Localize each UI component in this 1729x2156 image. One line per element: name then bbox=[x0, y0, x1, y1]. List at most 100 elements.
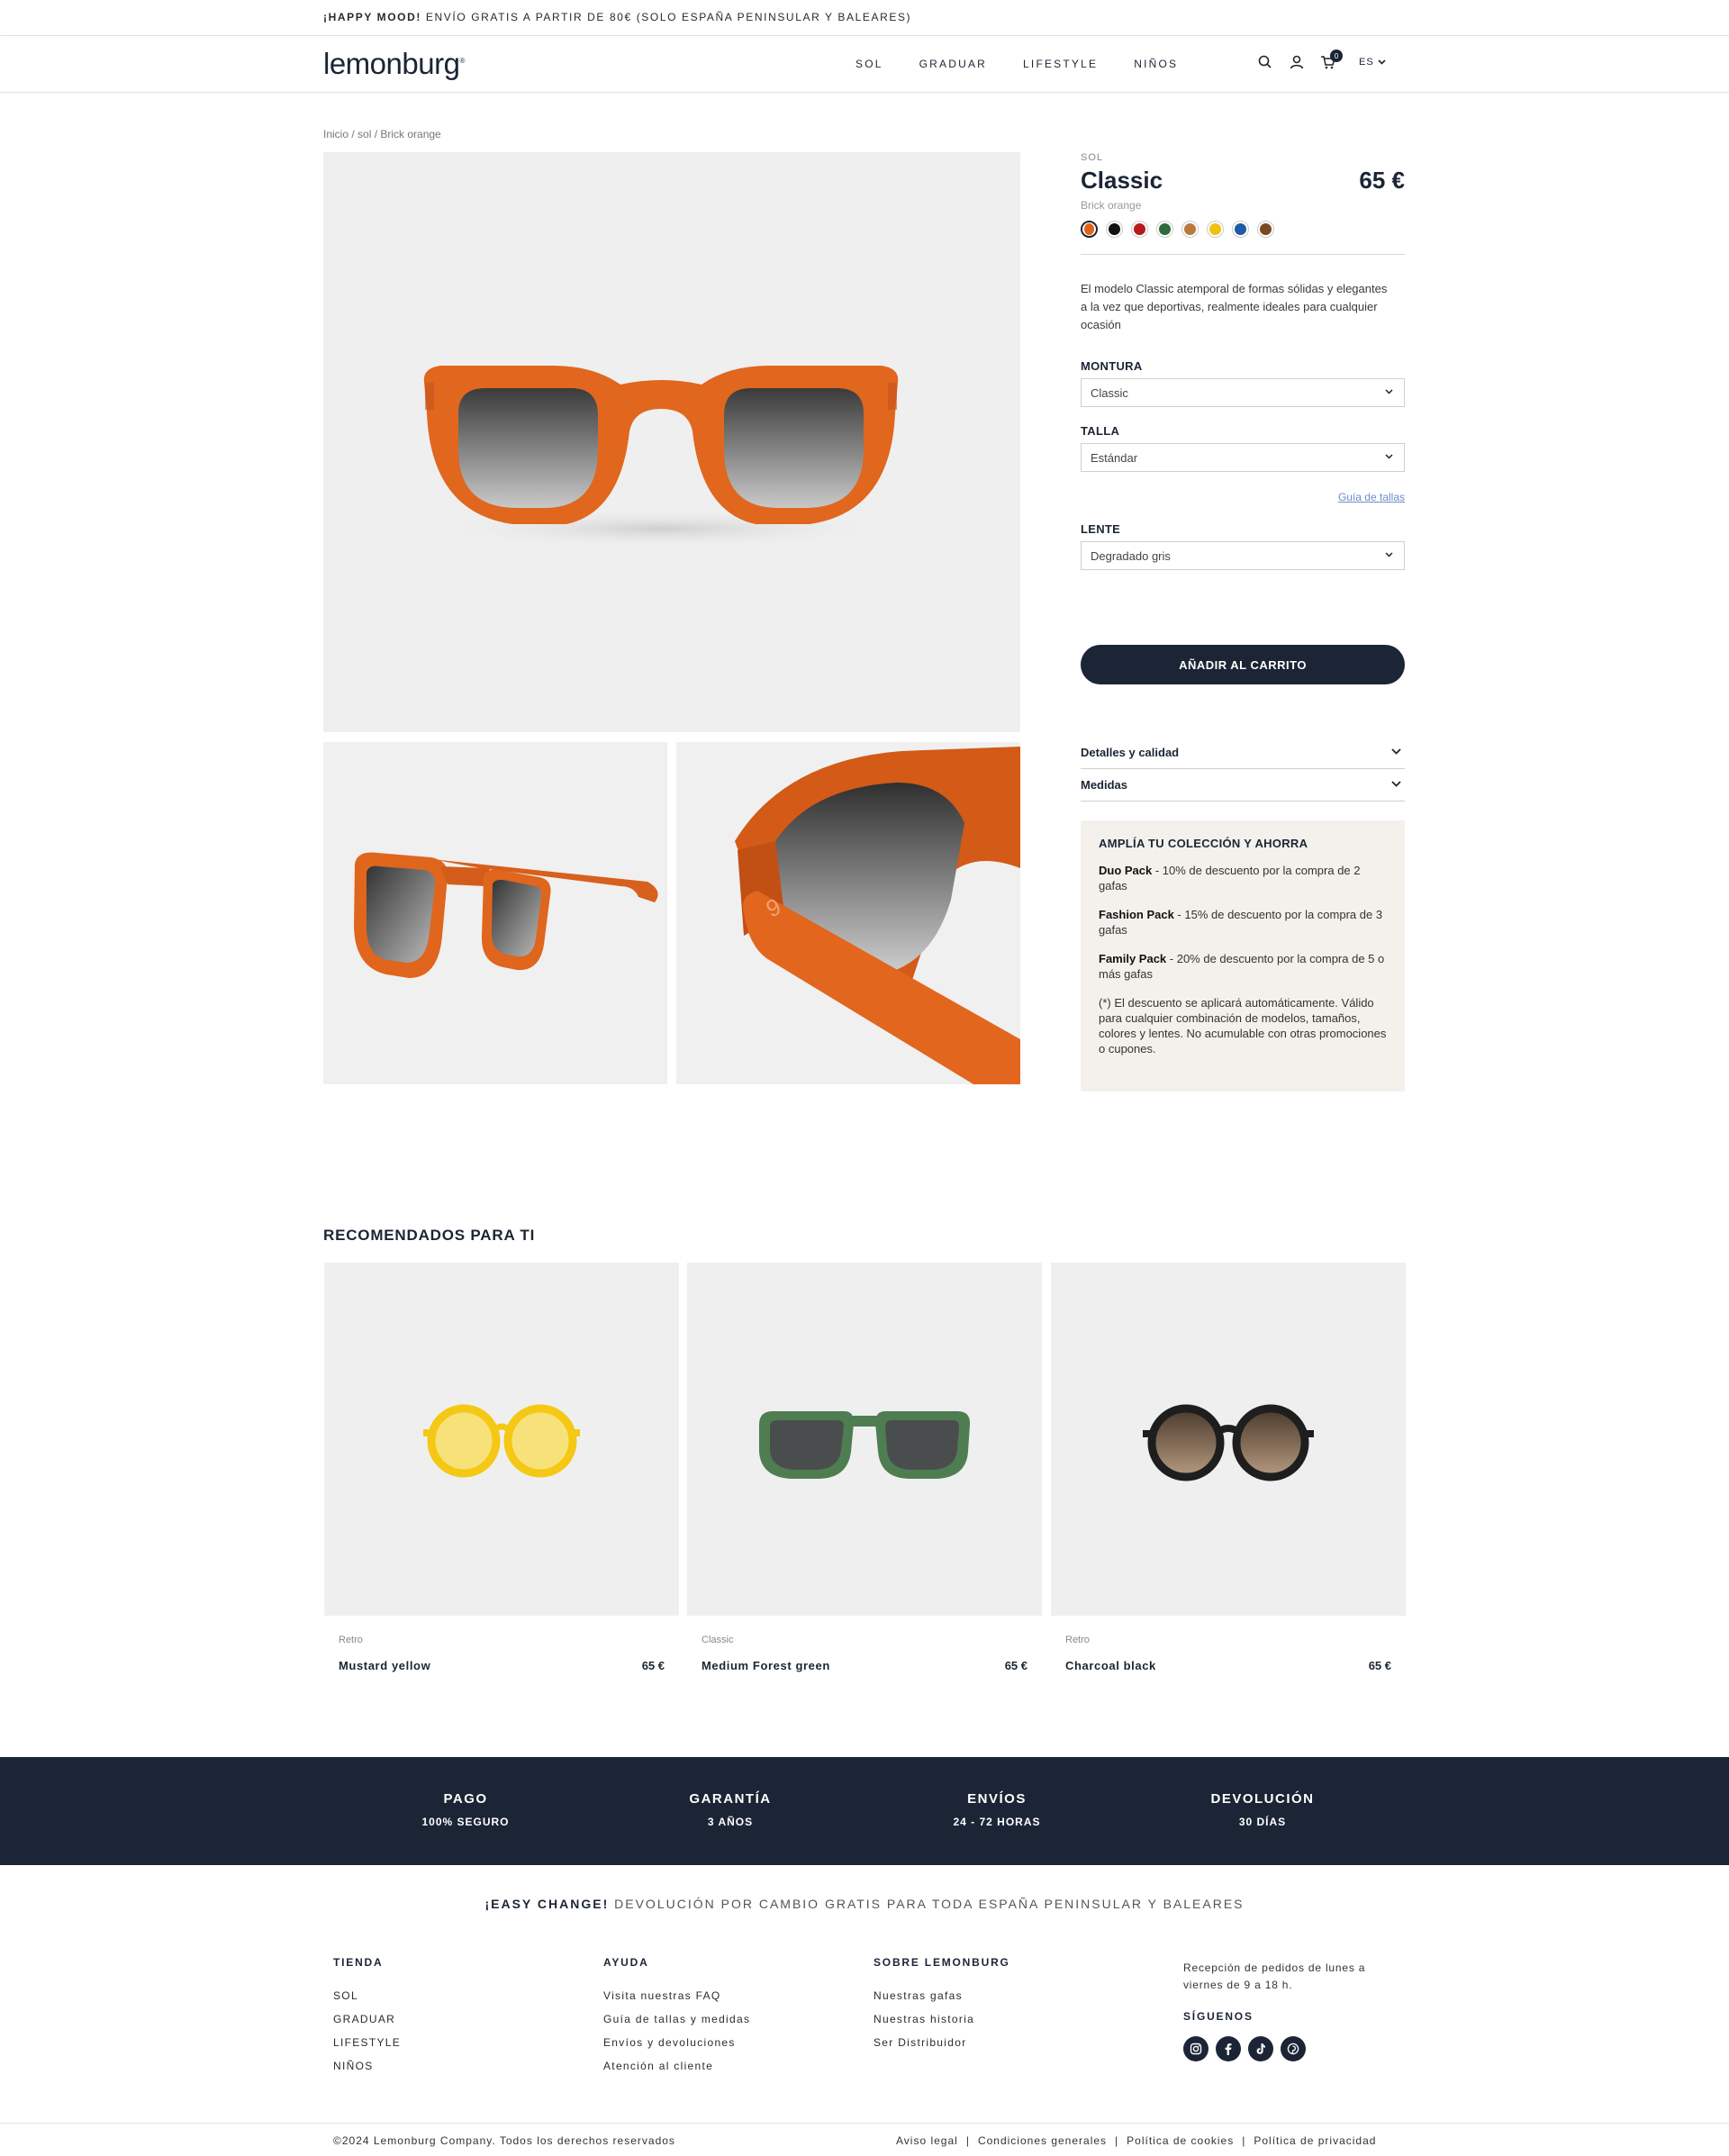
instagram-icon[interactable] bbox=[1183, 2036, 1208, 2061]
promo-text: ¡HAPPY MOOD! ENVÍO GRATIS A PARTIR DE 80… bbox=[323, 11, 912, 23]
pinterest-icon[interactable] bbox=[1281, 2036, 1306, 2061]
swatch-fill bbox=[1235, 223, 1246, 235]
facebook-icon[interactable] bbox=[1216, 2036, 1241, 2061]
chevron-down-icon bbox=[1391, 781, 1401, 787]
bundle-item: Fashion Pack - 15% de descuento por la c… bbox=[1099, 908, 1383, 937]
footer-link[interactable]: NIÑOS bbox=[333, 2060, 401, 2072]
lente-label: LENTE bbox=[1081, 522, 1121, 536]
color-swatch-forest-green[interactable] bbox=[1156, 221, 1173, 238]
chevron-down-icon bbox=[1378, 59, 1386, 65]
selected-color-name: Brick orange bbox=[1081, 199, 1142, 212]
color-swatch-tortoise-clear[interactable] bbox=[1181, 221, 1199, 238]
footer-link[interactable]: Ser Distribuidor bbox=[874, 2036, 1010, 2049]
language-selector[interactable]: ES bbox=[1359, 57, 1386, 68]
main-nav: SOL GRADUAR LIFESTYLE NIÑOS bbox=[855, 58, 1214, 70]
tiktok-icon[interactable] bbox=[1248, 2036, 1273, 2061]
guarantee-title: GARANTÍA bbox=[689, 1791, 772, 1807]
nav-lifestyle[interactable]: LIFESTYLE bbox=[1023, 58, 1098, 70]
color-swatch-black[interactable] bbox=[1106, 221, 1123, 238]
recommended-image[interactable] bbox=[687, 1263, 1042, 1616]
footer-link[interactable]: Atención al cliente bbox=[603, 2060, 750, 2072]
swatch-fill bbox=[1109, 223, 1120, 235]
recommended-category: Classic bbox=[702, 1635, 734, 1645]
lente-select[interactable]: Degradado gris bbox=[1081, 541, 1405, 570]
recommended-price: 65 € bbox=[1368, 1659, 1391, 1672]
size-guide-link[interactable]: Guía de tallas bbox=[1338, 491, 1405, 503]
user-icon[interactable] bbox=[1289, 54, 1305, 70]
accordion-measures-label: Medidas bbox=[1081, 778, 1128, 792]
color-swatch-tortoise[interactable] bbox=[1257, 221, 1274, 238]
legal-link[interactable]: Política de cookies bbox=[1127, 2134, 1234, 2147]
guarantee-title: ENVÍOS bbox=[967, 1791, 1027, 1807]
chevron-down-icon bbox=[1385, 454, 1393, 459]
chevron-down-icon bbox=[1385, 552, 1393, 557]
montura-select[interactable]: Classic bbox=[1081, 378, 1405, 407]
footer-link[interactable]: Guía de tallas y medidas bbox=[603, 2013, 750, 2025]
guarantee-title: PAGO bbox=[443, 1791, 488, 1807]
product-info: SOL Classic 65 € Brick orange El modelo … bbox=[1081, 152, 1405, 1092]
footer-link[interactable]: Envíos y devoluciones bbox=[603, 2036, 750, 2049]
footer-link[interactable]: GRADUAR bbox=[333, 2013, 401, 2025]
color-swatch-brick-orange[interactable] bbox=[1081, 221, 1098, 238]
guarantee-sub: 3 AÑOS bbox=[707, 1816, 754, 1828]
chevron-down-icon bbox=[1385, 389, 1393, 394]
guarantee-title: DEVOLUCIÓN bbox=[1210, 1791, 1315, 1807]
recommended-card[interactable]: Retro Mustard yellow 65 € bbox=[324, 1263, 679, 1672]
nav-sol[interactable]: SOL bbox=[855, 58, 883, 70]
footer-link[interactable]: Visita nuestras FAQ bbox=[603, 1989, 750, 2002]
legal-link[interactable]: Condiciones generales bbox=[978, 2134, 1107, 2147]
footer-col-ayuda: AYUDA Visita nuestras FAQ Guía de tallas… bbox=[603, 1956, 750, 2083]
reception-hours: Recepción de pedidos de lunes a viernes … bbox=[1183, 1961, 1366, 1991]
color-swatch-mustard-yellow[interactable] bbox=[1207, 221, 1224, 238]
add-to-cart-button[interactable]: AÑADIR AL CARRITO bbox=[1081, 645, 1405, 684]
nav-graduar[interactable]: GRADUAR bbox=[919, 58, 987, 70]
product-name: Classic bbox=[1081, 167, 1163, 194]
logo[interactable]: lemonburg® bbox=[323, 47, 465, 81]
footer-link[interactable]: SOL bbox=[333, 1989, 401, 2002]
guarantee-sub: 30 DÍAS bbox=[1238, 1816, 1287, 1828]
recommended-card[interactable]: Retro Charcoal black 65 € bbox=[1051, 1263, 1406, 1672]
talla-select[interactable]: Estándar bbox=[1081, 443, 1405, 472]
product-image-detail[interactable]: 9 bbox=[676, 742, 1020, 1084]
product-image-main[interactable] bbox=[323, 152, 1020, 732]
footer-divider bbox=[0, 2123, 1729, 2124]
divider bbox=[1081, 254, 1405, 255]
guarantee-returns: DEVOLUCIÓN 30 DÍAS bbox=[1172, 1791, 1353, 1828]
accordion-measures[interactable]: Medidas bbox=[1081, 769, 1405, 802]
product-category: SOL bbox=[1081, 152, 1104, 163]
footer-col-tienda: TIENDA SOL GRADUAR LIFESTYLE NIÑOS bbox=[333, 1956, 401, 2083]
recommended-image[interactable] bbox=[324, 1263, 679, 1616]
accordion-details[interactable]: Detalles y calidad bbox=[1081, 737, 1405, 769]
copyright: ©2024 Lemonburg Company. Todos los derec… bbox=[333, 2134, 675, 2147]
cart-count-badge: 0 bbox=[1330, 50, 1343, 62]
montura-value: Classic bbox=[1091, 386, 1128, 400]
search-icon[interactable] bbox=[1257, 54, 1273, 70]
recommended-image[interactable] bbox=[1051, 1263, 1406, 1616]
legal-link[interactable]: Aviso legal bbox=[896, 2134, 958, 2147]
swatch-fill bbox=[1260, 223, 1272, 235]
cart-icon[interactable]: 0 bbox=[1320, 50, 1343, 70]
footer-link[interactable]: Nuestras gafas bbox=[874, 1989, 1010, 2002]
color-swatch-blue[interactable] bbox=[1232, 221, 1249, 238]
product-description: El modelo Classic atemporal de formas só… bbox=[1081, 282, 1388, 331]
guarantee-payment: PAGO 100% SEGURO bbox=[376, 1791, 556, 1828]
footer-col-title: SOBRE LEMONBURG bbox=[874, 1956, 1010, 1969]
legal-links: Aviso legal | Condiciones generales | Polí… bbox=[896, 2134, 1377, 2147]
recommended-card[interactable]: Classic Medium Forest green 65 € bbox=[687, 1263, 1042, 1672]
footer-link[interactable]: Nuestras historia bbox=[874, 2013, 1010, 2025]
recommended-category: Retro bbox=[1065, 1635, 1090, 1645]
swatch-fill bbox=[1134, 223, 1145, 235]
guarantee-sub: 24 - 72 HORAS bbox=[953, 1816, 1041, 1828]
footer-link[interactable]: LIFESTYLE bbox=[333, 2036, 401, 2049]
footer-col-sobre: SOBRE LEMONBURG Nuestras gafas Nuestras … bbox=[874, 1956, 1010, 2060]
promo-bar: ¡HAPPY MOOD! ENVÍO GRATIS A PARTIR DE 80… bbox=[0, 0, 1729, 36]
color-swatch-red[interactable] bbox=[1131, 221, 1148, 238]
guarantee-shipping: ENVÍOS 24 - 72 HORAS bbox=[907, 1791, 1087, 1828]
product-image-side[interactable] bbox=[323, 742, 667, 1084]
legal-link[interactable]: Política de privacidad bbox=[1254, 2134, 1376, 2147]
breadcrumb[interactable]: Inicio / sol / Brick orange bbox=[323, 128, 441, 140]
accordion-details-label: Detalles y calidad bbox=[1081, 746, 1180, 759]
nav-ninos[interactable]: NIÑOS bbox=[1134, 58, 1178, 70]
bundle-item: Duo Pack - 10% de descuento por la compr… bbox=[1099, 864, 1361, 892]
follow-title: SÍGUENOS bbox=[1183, 2010, 1254, 2023]
